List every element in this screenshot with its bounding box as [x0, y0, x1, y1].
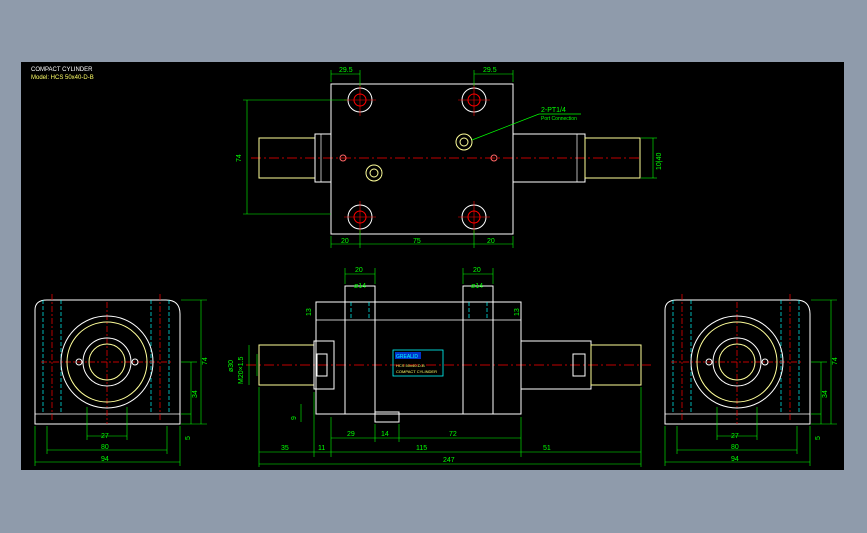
- cad-drawing: COMPACT CYLINDER Model: HCS 50x40-D-B 2-…: [31, 67, 839, 467]
- front-dim-247: 247: [443, 457, 455, 464]
- drawing-title: COMPACT CYLINDER: [31, 67, 93, 73]
- right-dim-34: 34: [822, 390, 829, 398]
- top-dim-left: 29.5: [339, 67, 353, 74]
- front-dim-9: 9: [291, 416, 298, 420]
- top-dim-right: 29.5: [483, 67, 497, 74]
- left-dim-94: 94: [101, 456, 109, 463]
- top-dim-bottom-right: 20: [487, 238, 495, 245]
- right-dim-27: 27: [731, 433, 739, 440]
- nameplate-brand: GREALID: [396, 354, 418, 360]
- front-dim-35: 35: [281, 445, 289, 452]
- front-dim-rod-thread: M20×1.5: [238, 356, 245, 384]
- right-dim-94: 94: [731, 456, 739, 463]
- top-dim-bottom-mid: 75: [413, 238, 421, 245]
- front-dim-side-left: 13: [306, 308, 313, 316]
- port-callout-label: 2-PT1/4: [541, 107, 566, 114]
- port-callout-sub: Port Connection: [541, 116, 577, 122]
- left-dim-5: 5: [185, 436, 192, 440]
- side-view-left: 27 80 94 74 34 5: [34, 294, 209, 466]
- top-dim-bottom-left: 20: [341, 238, 349, 245]
- nameplate-line1: HCS 50x40-D-B: [396, 363, 425, 368]
- left-dim-74: 74: [202, 357, 209, 365]
- left-dim-34: 34: [192, 390, 199, 398]
- front-dim-115: 115: [416, 445, 427, 452]
- top-dim-height: 74: [236, 154, 243, 162]
- front-dim-side-right: 13: [514, 308, 521, 316]
- front-dim-72: 72: [449, 431, 457, 438]
- top-dim-rod: 10|40: [656, 153, 663, 170]
- drawing-model: Model: HCS 50x40-D-B: [31, 75, 94, 81]
- left-dim-27: 27: [101, 433, 109, 440]
- front-dim-rod-dia: ø30: [228, 360, 235, 372]
- front-dim-51: 51: [543, 445, 551, 452]
- front-dim-bore-right: ø14: [471, 283, 483, 290]
- top-view: 2-PT1/4 Port Connection 29.5 29.5 74 20 …: [236, 67, 663, 248]
- nameplate-line2: COMPACT CYLINDER: [396, 369, 437, 374]
- right-dim-74: 74: [832, 357, 839, 365]
- left-dim-80: 80: [101, 444, 109, 451]
- right-dim-80: 80: [731, 444, 739, 451]
- front-dim-top-left: 20: [355, 267, 363, 274]
- front-dim-11: 11: [318, 445, 325, 452]
- right-dim-5: 5: [815, 436, 822, 440]
- side-view-right: 27 80 94 74 34 5: [664, 294, 839, 466]
- front-view: GREALID HCS 50x40-D-B COMPACT CYLINDER 2…: [228, 267, 651, 467]
- front-dim-top-right: 20: [473, 267, 481, 274]
- front-dim-29: 29: [347, 431, 355, 438]
- drawing-canvas[interactable]: COMPACT CYLINDER Model: HCS 50x40-D-B 2-…: [21, 62, 844, 470]
- front-dim-bore-left: ø14: [354, 283, 366, 290]
- front-dim-14: 14: [381, 431, 389, 438]
